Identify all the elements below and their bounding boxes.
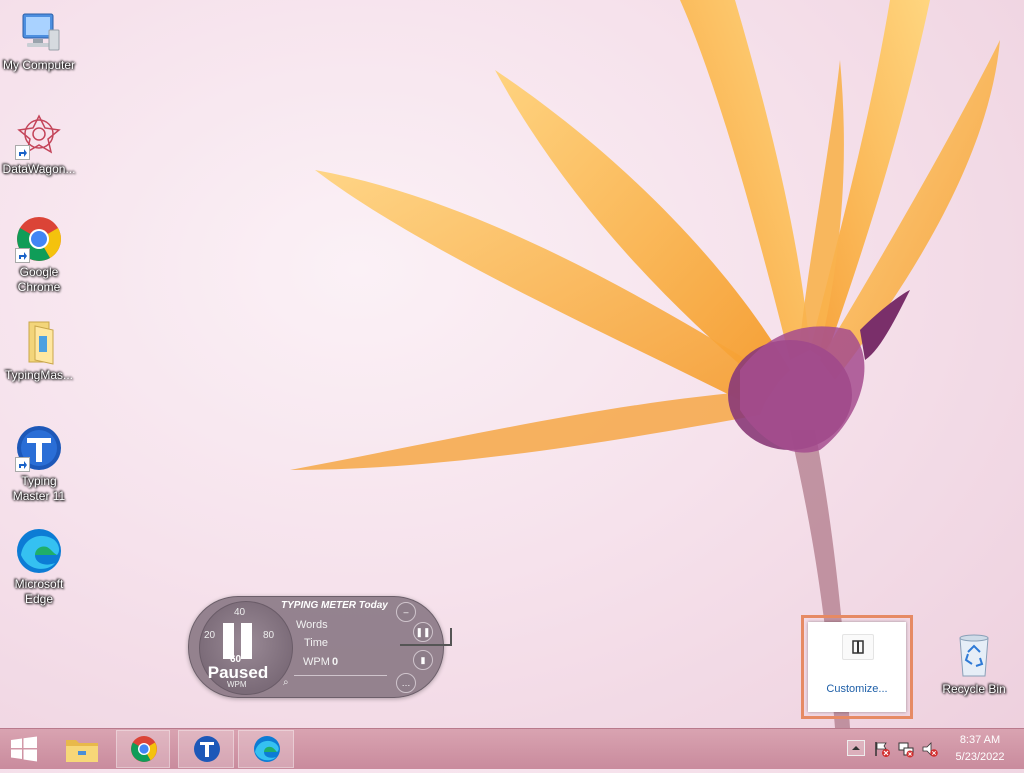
more-options-button[interactable]: … xyxy=(396,673,416,693)
pause-icon[interactable] xyxy=(223,623,253,659)
desktop-icon-label: DataWagon... xyxy=(2,162,76,176)
typing-master-icon xyxy=(15,424,63,472)
taskbar-chrome[interactable] xyxy=(116,730,170,768)
taskbar: 8:37 AM 5/23/2022 xyxy=(0,728,1024,769)
file-explorer-icon xyxy=(66,740,98,762)
meter-words-label: Words xyxy=(296,619,328,631)
customize-link[interactable]: Customize... xyxy=(808,683,906,695)
meter-unit: WPM xyxy=(227,680,247,689)
edge-icon xyxy=(254,736,280,762)
meter-time-label: Time xyxy=(304,637,329,649)
desktop-icon-label: Google Chrome xyxy=(17,265,61,294)
computer-icon xyxy=(15,8,63,56)
start-button[interactable] xyxy=(0,730,48,768)
taskbar-edge[interactable] xyxy=(238,730,294,768)
desktop-icon-datawagon[interactable]: DataWagon... xyxy=(1,112,77,177)
typing-master-icon xyxy=(194,736,220,762)
search-icon[interactable]: ⌕ xyxy=(283,677,289,688)
desktop-icon-label: TypingMas... xyxy=(4,368,74,382)
clock-date[interactable]: 5/23/2022 xyxy=(950,751,1010,763)
desktop-icon-recycle-bin[interactable]: Recycle Bin xyxy=(936,630,1012,697)
clock-time[interactable]: 8:37 AM xyxy=(950,734,1010,746)
windows-logo-icon xyxy=(11,736,37,762)
tray-overflow-app-icon[interactable] xyxy=(842,634,874,660)
meter-handle[interactable] xyxy=(400,628,452,646)
chrome-icon xyxy=(15,215,63,263)
gauge-tick-80: 80 xyxy=(263,630,275,641)
shortcut-arrow-icon xyxy=(15,145,30,160)
desktop-icon-label: My Computer xyxy=(2,58,76,72)
datawagon-icon xyxy=(15,112,63,160)
taskbar-typing-master[interactable] xyxy=(178,730,234,768)
recycle-bin-icon xyxy=(950,630,998,678)
edge-icon xyxy=(15,527,63,575)
action-center-flag-icon[interactable] xyxy=(873,740,891,763)
meter-wpm-label: WPM xyxy=(303,656,330,668)
gauge-tick-20: 20 xyxy=(204,630,216,641)
tray-overflow-popup: Customize... xyxy=(808,622,906,712)
desktop-icon-typing-master[interactable]: Typing Master 11 xyxy=(1,424,77,504)
desktop-icon-google-chrome[interactable]: Google Chrome xyxy=(1,215,77,295)
show-hidden-icons-button[interactable] xyxy=(847,740,865,756)
statistics-button[interactable]: ▮ xyxy=(413,650,433,670)
meter-wpm-value: 0 xyxy=(332,656,339,668)
minimize-meter-button[interactable]: – xyxy=(396,602,416,622)
desktop-icon-microsoft-edge[interactable]: Microsoft Edge xyxy=(1,527,77,607)
desktop-icon-label: Recycle Bin xyxy=(942,682,1006,696)
meter-title: TYPING METER Today xyxy=(281,600,388,611)
meter-divider xyxy=(294,675,387,676)
taskbar-file-explorer[interactable] xyxy=(58,730,106,768)
gauge-tick-40: 40 xyxy=(234,607,246,618)
chrome-icon xyxy=(131,736,157,762)
network-icon[interactable] xyxy=(897,740,915,763)
chevron-up-icon xyxy=(852,746,860,750)
typing-meter-widget[interactable]: 20 40 80 60 Paused WPM TYPING METER Toda… xyxy=(188,596,444,698)
folder-icon xyxy=(15,318,63,366)
desktop-icon-my-computer[interactable]: My Computer xyxy=(1,8,77,73)
desktop-icon-typingmaster-folder[interactable]: TypingMas... xyxy=(1,318,77,383)
volume-muted-icon[interactable] xyxy=(921,740,939,763)
shortcut-arrow-icon xyxy=(15,248,30,263)
shortcut-arrow-icon xyxy=(15,457,30,472)
desktop-icon-label: Microsoft Edge xyxy=(14,577,64,606)
desktop-icon-label: Typing Master 11 xyxy=(12,474,66,503)
